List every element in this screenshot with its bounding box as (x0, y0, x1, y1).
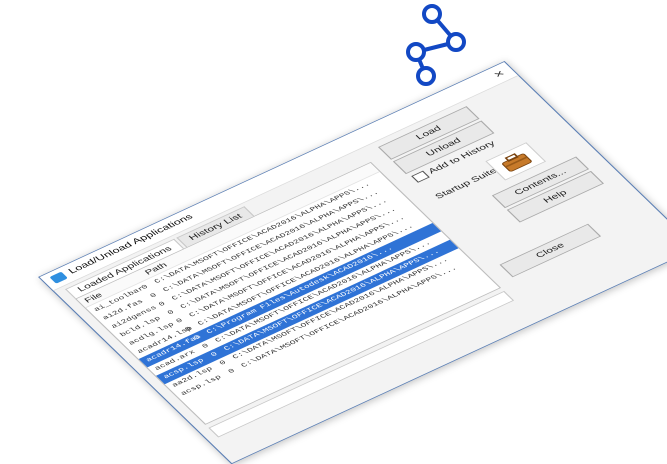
scene: Load/Unload Applications × Loaded Applic… (0, 0, 667, 464)
load-unload-dialog: Load/Unload Applications × Loaded Applic… (38, 61, 667, 464)
loaded-applications-list: File Path ai_toolbar 0 C:\DATA\MSOFT\OFFIC… (75, 161, 502, 425)
startup-suite-label: Startup Suite (433, 166, 500, 201)
row-number: 0 (209, 351, 220, 359)
close-button[interactable]: Close (499, 223, 602, 278)
row-number: 0 (227, 368, 237, 376)
row-number: 0 (201, 342, 211, 350)
row-number: 0 (157, 300, 168, 308)
app-icon (49, 271, 68, 284)
row-number: 0 (149, 292, 159, 300)
checkbox-box[interactable] (411, 170, 430, 183)
row-number: 0 (166, 309, 177, 317)
row-number: 0 (175, 317, 185, 325)
close-icon[interactable]: × (490, 67, 508, 80)
row-number: 0 (218, 359, 229, 367)
